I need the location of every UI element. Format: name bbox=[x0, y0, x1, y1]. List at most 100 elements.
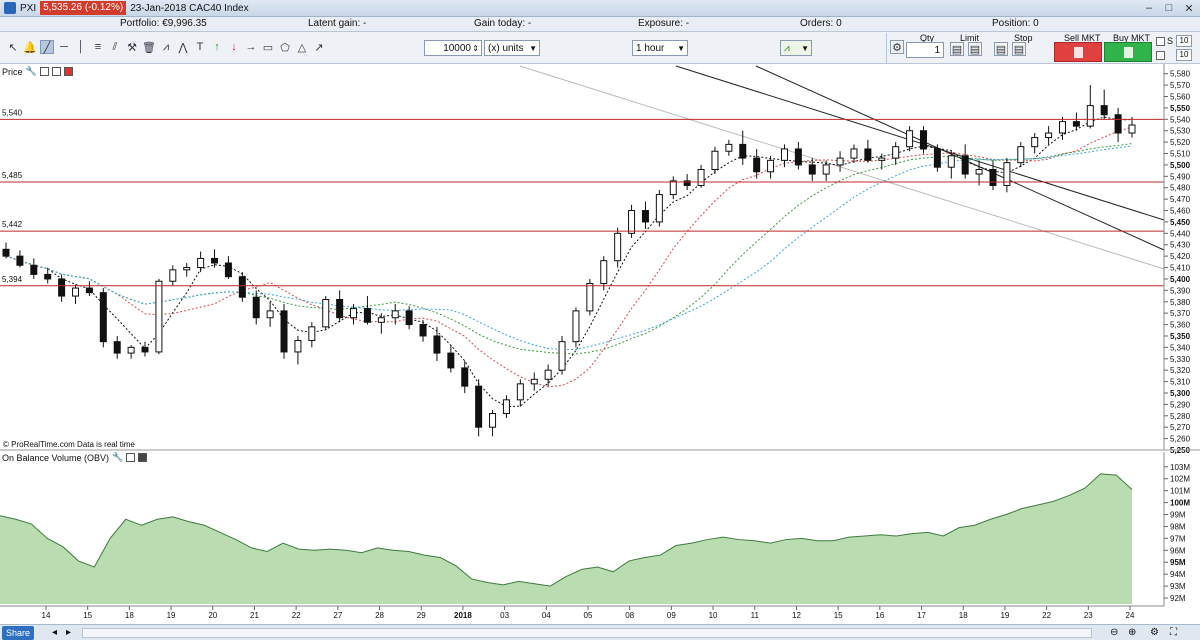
time-tick-label: 2018 bbox=[454, 611, 472, 620]
candle-body bbox=[1072, 121, 1080, 127]
candle-body bbox=[655, 194, 663, 223]
time-tick-label: 21 bbox=[250, 611, 259, 620]
t-checkbox[interactable] bbox=[1156, 51, 1165, 60]
next-icon[interactable]: ▸ bbox=[66, 627, 71, 638]
arrow-down-icon[interactable]: ↓ bbox=[227, 40, 241, 54]
price-tick-label: 5,400 bbox=[1170, 275, 1191, 284]
orders-count: Orders: 0 bbox=[800, 18, 842, 29]
rectangle-icon[interactable]: ▭ bbox=[261, 40, 275, 54]
candle-body bbox=[433, 335, 441, 354]
timeframe-select[interactable]: 1 hour ▼ bbox=[632, 40, 688, 56]
time-tick-label: 09 bbox=[667, 611, 676, 620]
candle-body bbox=[461, 367, 469, 387]
level-label: 5,485 bbox=[2, 171, 23, 180]
quantity-input[interactable]: 10000 ⇕ bbox=[424, 40, 482, 56]
price-tick-label: 5,570 bbox=[1170, 81, 1191, 90]
portfolio-bar: Portfolio: €9,996.35 Latent gain: - Gain… bbox=[0, 17, 1200, 32]
app-label: PXI bbox=[20, 2, 37, 14]
candle-body bbox=[961, 155, 969, 175]
maximize-button[interactable]: □ bbox=[1162, 2, 1176, 15]
candle-body bbox=[794, 148, 802, 166]
candle-body bbox=[586, 283, 594, 312]
candle-body bbox=[1128, 124, 1136, 134]
time-tick-label: 10 bbox=[709, 611, 718, 620]
candle-body bbox=[308, 326, 316, 342]
limit-buy-icon[interactable]: ▤ bbox=[950, 42, 964, 56]
alert-bell-icon[interactable]: 🔔 bbox=[23, 40, 37, 54]
price-tick-label: 5,410 bbox=[1170, 264, 1191, 273]
pointer-icon[interactable]: ↖ bbox=[6, 40, 20, 54]
price-tick-label: 5,280 bbox=[1170, 412, 1191, 421]
candle-body bbox=[405, 310, 413, 326]
share-button[interactable]: Share bbox=[2, 626, 35, 640]
s-label: S bbox=[1167, 36, 1174, 46]
polygon-icon[interactable]: ⬠ bbox=[278, 40, 292, 54]
arrow-right-icon[interactable]: → bbox=[244, 40, 258, 54]
timeframe-value: 1 hour bbox=[636, 42, 665, 54]
chart-scrollbar[interactable] bbox=[82, 628, 1092, 638]
time-tick-label: 23 bbox=[1084, 611, 1093, 620]
indicator-menu-button[interactable]: ⩘ ▼ bbox=[780, 40, 812, 56]
vertical-line-icon[interactable]: │ bbox=[74, 40, 88, 54]
candle-body bbox=[155, 280, 163, 353]
candle-body bbox=[919, 130, 927, 150]
text-icon[interactable]: T bbox=[193, 40, 207, 54]
candle-body bbox=[363, 308, 371, 323]
candle-body bbox=[85, 287, 93, 294]
chevron-down-icon: ▼ bbox=[801, 43, 809, 53]
sell-market-button[interactable] bbox=[1054, 42, 1102, 62]
fan-icon[interactable]: ↗ bbox=[312, 40, 326, 54]
candle-body bbox=[1086, 105, 1094, 127]
s-checkbox[interactable] bbox=[1156, 37, 1165, 46]
candle-body bbox=[725, 143, 733, 152]
fullscreen-icon[interactable]: ⛶ bbox=[1170, 627, 1177, 638]
candle-body bbox=[350, 308, 358, 319]
close-button[interactable]: ✕ bbox=[1182, 2, 1196, 15]
price-tick-label: 5,510 bbox=[1170, 150, 1191, 159]
units-select[interactable]: (x) units ▼ bbox=[484, 40, 540, 56]
zoom-out-icon[interactable]: ⊖ bbox=[1110, 627, 1118, 638]
fibonacci-icon[interactable]: ≡ bbox=[91, 40, 105, 54]
obv-tick-label: 93M bbox=[1170, 582, 1186, 591]
zigzag-icon[interactable]: ⩘ bbox=[159, 40, 173, 54]
wrench-icon[interactable]: ⚙ bbox=[890, 40, 904, 54]
s-value-field[interactable]: 10 bbox=[1176, 35, 1192, 47]
channel-icon[interactable]: ⫽ bbox=[108, 40, 122, 54]
chart-area[interactable]: 5,540 5,485 5,442 5,394 5,580 5,570 5,560 5,55… bbox=[0, 64, 1200, 624]
t-value-field[interactable]: 10 bbox=[1176, 49, 1192, 61]
time-tick-label: 03 bbox=[500, 611, 509, 620]
candle-body bbox=[127, 346, 135, 354]
minimize-button[interactable]: – bbox=[1142, 2, 1156, 15]
settings-icon[interactable]: ⚙ bbox=[1150, 627, 1159, 638]
candle-body bbox=[266, 310, 274, 319]
time-tick-label: 08 bbox=[625, 611, 634, 620]
gain-today: Gain today: - bbox=[474, 18, 532, 29]
delete-icon[interactable]: 🗑 bbox=[142, 40, 156, 54]
stop-buy-icon[interactable]: ▤ bbox=[994, 42, 1008, 56]
horizontal-line-icon[interactable]: ─ bbox=[57, 40, 71, 54]
buy-market-button[interactable] bbox=[1104, 42, 1152, 62]
candle-body bbox=[419, 324, 427, 337]
pattern-icon[interactable]: ⋀ bbox=[176, 40, 190, 54]
limit-sell-icon[interactable]: ▤ bbox=[968, 42, 982, 56]
stepper-icon[interactable]: ⇕ bbox=[472, 44, 479, 53]
candle-body bbox=[1058, 121, 1066, 134]
zoom-in-icon[interactable]: ⊕ bbox=[1128, 627, 1136, 638]
price-tick-label: 5,360 bbox=[1170, 321, 1191, 330]
price-tick-label: 5,320 bbox=[1170, 366, 1191, 375]
candle-body bbox=[377, 317, 385, 323]
candle-body bbox=[489, 413, 497, 428]
trendline-icon[interactable]: ╱ bbox=[40, 40, 54, 54]
prev-icon[interactable]: ◂ bbox=[52, 627, 57, 638]
candle-body bbox=[322, 298, 330, 328]
hammer-icon[interactable]: ⚒ bbox=[125, 40, 139, 54]
app-logo-icon bbox=[4, 2, 16, 14]
triangle-icon[interactable]: △ bbox=[295, 40, 309, 54]
moving-average-slow bbox=[5, 143, 1133, 355]
candle-body bbox=[614, 232, 622, 262]
stop-sell-icon[interactable]: ▤ bbox=[1012, 42, 1026, 56]
candle-body bbox=[211, 257, 219, 264]
candle-body bbox=[850, 148, 858, 159]
arrow-up-icon[interactable]: ↑ bbox=[210, 40, 224, 54]
qty-input[interactable]: 1 bbox=[906, 42, 944, 58]
